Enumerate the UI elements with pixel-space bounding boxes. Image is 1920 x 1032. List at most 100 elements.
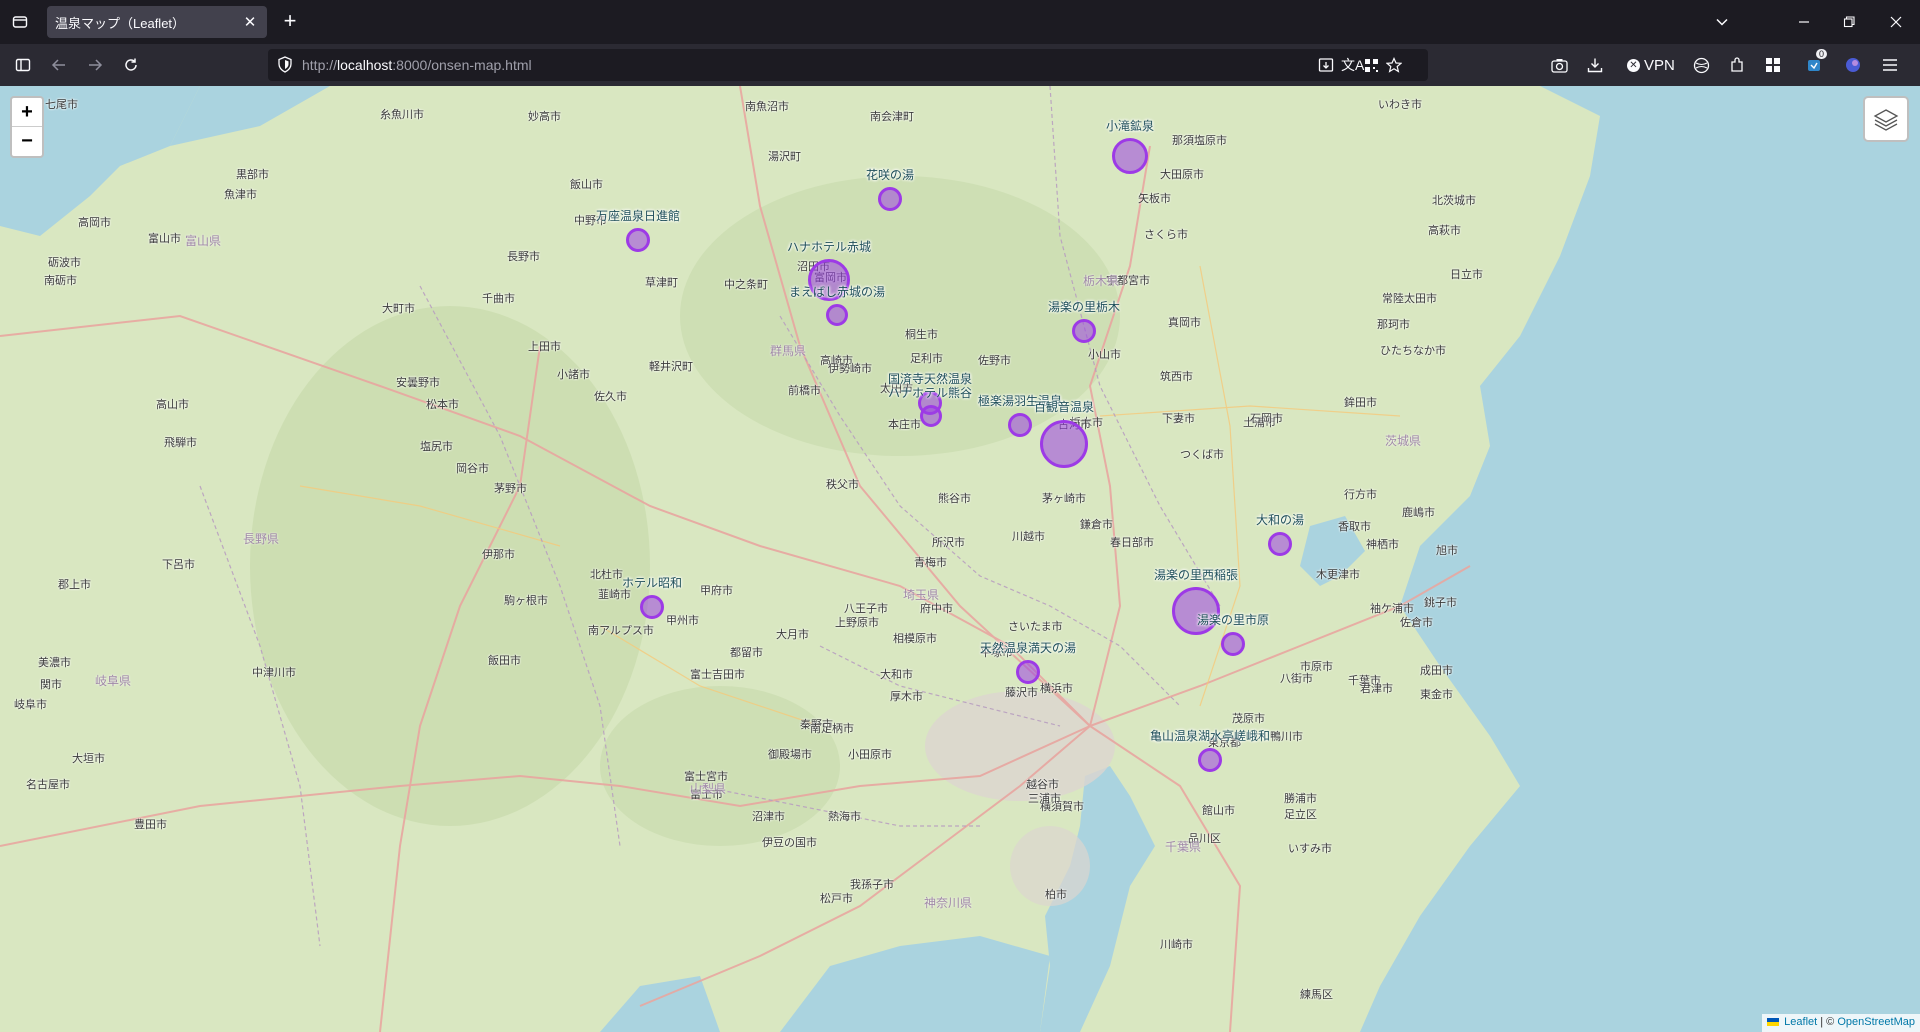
restore-icon[interactable]: [1835, 8, 1863, 36]
close-tab-icon[interactable]: ✕: [239, 11, 261, 33]
onsen-marker[interactable]: [1221, 632, 1245, 656]
openstreetmap-link[interactable]: OpenStreetMap: [1837, 1016, 1915, 1028]
onsen-marker[interactable]: [1008, 413, 1032, 437]
notification-bell-icon[interactable]: 0: [1806, 49, 1828, 79]
screenshot-icon[interactable]: [1551, 51, 1568, 79]
leaflet-map[interactable]: 七尾市 糸魚川市 妙高市 南魚沼市 湯沢町 南会津町 那須塩原市 いわき市 大田原市 矢板市 北茨城…: [0, 86, 1920, 1032]
place-label: 日立市: [1450, 269, 1483, 281]
onsen-marker[interactable]: [1072, 319, 1096, 343]
extension-globe-icon[interactable]: [1693, 51, 1710, 79]
zoom-in-button[interactable]: +: [12, 98, 42, 127]
onsen-marker[interactable]: [1016, 660, 1040, 684]
url-text: http://localhost:8000/onsen-map.html: [302, 57, 532, 73]
sidebar-icon[interactable]: [9, 51, 37, 79]
place-label: 伊豆の国市: [762, 837, 817, 849]
place-label: 名古屋市: [26, 779, 70, 791]
reader-view-icon[interactable]: [1318, 51, 1334, 79]
profile-avatar-icon[interactable]: [1845, 51, 1861, 79]
close-window-icon[interactable]: [1882, 8, 1910, 36]
onsen-marker[interactable]: [626, 228, 650, 252]
place-label: 南アルプス市: [588, 625, 654, 637]
vpn-off-icon: ✕: [1627, 58, 1640, 72]
place-label: 高萩市: [1428, 225, 1461, 237]
vpn-button[interactable]: ✕ VPN: [1627, 51, 1675, 79]
onsen-marker[interactable]: [640, 595, 664, 619]
leaflet-link[interactable]: Leaflet: [1784, 1016, 1817, 1028]
grid-apps-icon[interactable]: [1765, 51, 1781, 79]
place-label: 塩尻市: [420, 441, 453, 453]
bookmark-star-icon[interactable]: [1386, 51, 1402, 79]
place-label: 館山市: [1202, 805, 1235, 817]
tab-list-icon[interactable]: [8, 10, 32, 34]
place-label: 小山市: [1088, 349, 1121, 361]
place-label: 東金市: [1420, 689, 1453, 701]
prefecture-label: 岐阜県: [95, 674, 132, 688]
onsen-marker[interactable]: [920, 405, 942, 427]
onsen-label: 湯楽の里西稲張: [1153, 568, 1239, 582]
onsen-label: 湯楽の里市原: [1196, 613, 1270, 627]
download-icon[interactable]: [1587, 51, 1603, 79]
place-label: 香取市: [1338, 521, 1371, 533]
place-label: 安曇野市: [396, 377, 440, 389]
prefecture-label: 山梨県: [690, 782, 727, 796]
place-label: さいたま市: [1008, 621, 1063, 633]
place-label: 黒部市: [236, 169, 269, 181]
tab-title: 温泉マップ（Leaflet）: [55, 15, 186, 31]
active-tab[interactable]: 温泉マップ（Leaflet） ✕: [47, 6, 267, 38]
place-label: 関市: [40, 679, 62, 691]
menu-hamburger-icon[interactable]: [1882, 51, 1898, 79]
onsen-marker[interactable]: [878, 187, 902, 211]
place-label: 岡谷市: [456, 463, 489, 475]
onsen-label: ハナホテル熊谷: [887, 386, 973, 400]
zoom-out-button[interactable]: −: [12, 127, 42, 156]
prefecture-label: 茨城県: [1385, 434, 1422, 448]
prefecture-label: 千葉県: [1165, 840, 1202, 854]
chevron-down-icon[interactable]: [1710, 10, 1734, 34]
place-label: 糸魚川市: [380, 109, 424, 121]
onsen-marker[interactable]: [1112, 138, 1148, 174]
place-label: 茅ヶ崎市: [1042, 493, 1086, 505]
minimize-icon[interactable]: [1790, 8, 1818, 36]
place-label: 佐倉市: [1400, 617, 1433, 629]
forward-icon[interactable]: [81, 51, 109, 79]
shield-icon[interactable]: [277, 56, 293, 78]
place-label: 中之条町: [724, 279, 768, 291]
place-label: 松戸市: [820, 893, 853, 905]
onsen-marker[interactable]: [1040, 420, 1088, 468]
address-bar[interactable]: http://localhost:8000/onsen-map.html 文A: [268, 49, 1428, 81]
place-label: 千曲市: [482, 293, 515, 305]
place-label: 前橋市: [788, 385, 821, 397]
place-label: 成田市: [1420, 665, 1453, 677]
navigation-bar: http://localhost:8000/onsen-map.html 文A …: [0, 44, 1920, 86]
onsen-marker[interactable]: [1198, 748, 1222, 772]
place-label: 松本市: [426, 399, 459, 411]
place-label: 厚木市: [890, 691, 923, 703]
extensions-puzzle-icon[interactable]: [1729, 51, 1745, 79]
place-label: 美濃市: [38, 657, 71, 669]
back-icon[interactable]: [45, 51, 73, 79]
place-label: 常陸太田市: [1382, 293, 1437, 305]
qr-code-icon[interactable]: [1364, 51, 1379, 79]
layers-control-button[interactable]: [1863, 96, 1909, 142]
place-label: 郡上市: [58, 579, 91, 591]
place-label: さくら市: [1144, 229, 1188, 241]
onsen-label: 百観音温泉: [1033, 400, 1095, 414]
tab-bar: 温泉マップ（Leaflet） ✕ +: [0, 0, 1920, 44]
place-label: 鹿嶋市: [1402, 507, 1435, 519]
onsen-marker[interactable]: [826, 304, 848, 326]
place-label: 豊田市: [134, 819, 167, 831]
translate-icon[interactable]: 文A: [1341, 51, 1364, 79]
place-label: 鴨川市: [1270, 731, 1303, 743]
place-label: 筑西市: [1160, 371, 1193, 383]
new-tab-button[interactable]: +: [278, 10, 302, 34]
onsen-marker[interactable]: [1268, 532, 1292, 556]
place-label: 所沢市: [932, 537, 965, 549]
place-label: 高山市: [156, 399, 189, 411]
place-label: 木更津市: [1316, 569, 1360, 581]
place-label: 川越市: [1012, 531, 1045, 543]
place-label: 中津川市: [252, 667, 296, 679]
reload-icon[interactable]: [117, 51, 145, 79]
place-label: 湯沢町: [768, 151, 801, 163]
place-label: 伊勢崎市: [828, 363, 872, 375]
place-label: 勝浦市: [1284, 793, 1317, 805]
